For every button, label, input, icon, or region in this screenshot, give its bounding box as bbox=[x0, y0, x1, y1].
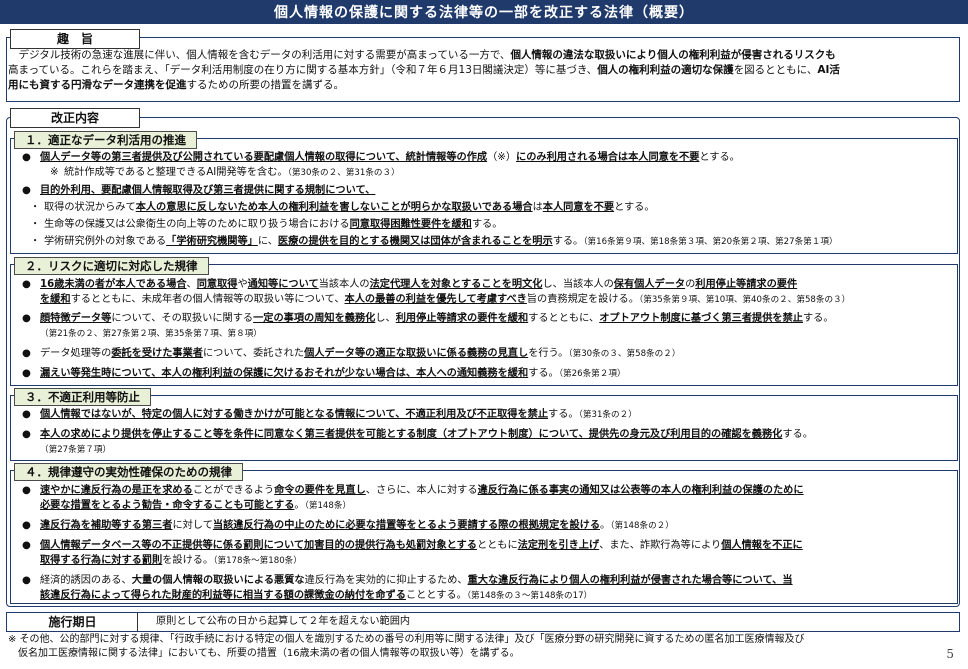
footnote: ※ その他、公的部門に対する規律、「行政手続における特定の個人を識別するための番… bbox=[8, 633, 928, 661]
effective-text: 原則として公布の日から起算して２年を超えない範囲内 bbox=[156, 616, 411, 627]
section-3-heading: ３．不適正利用等防止 bbox=[14, 388, 151, 406]
s2-line-2: を緩和するとともに、未成年者の個人情報等の取扱い等について、本人の最善の利益を優… bbox=[40, 294, 851, 305]
effective-label: 施行期日 bbox=[8, 613, 138, 631]
s4-line-5: 取得する行為に対する罰則を設ける。（第178条〜第180条） bbox=[40, 555, 302, 566]
page-title: 個人情報の保護に関する法律等の一部を改正する法律（概要） bbox=[0, 0, 968, 24]
s2-line-6: ● 漏えい等発生時について、本人の権利利益の保護に欠けるおそれが少ない場合は、本人… bbox=[22, 368, 626, 379]
effective-box bbox=[6, 612, 960, 632]
section-2-heading: ２．リスクに適切に対応した規律 bbox=[14, 257, 209, 275]
s4-line-4: ● 個人情報データベース等の不正提供等に係る罰則について加害目的の提供行為も処罰対… bbox=[22, 540, 803, 551]
section-4-heading: ４．規律遵守の実効性確保のための規律 bbox=[14, 463, 243, 481]
page-number: 5 bbox=[946, 647, 954, 661]
footnote-line-2: 仮名加工医療情報に関する法律」においても、所要の措置（16歳未満の者の個人情報等… bbox=[18, 648, 520, 659]
s1-line-4: ・取得の状況からみて本人の意思に反しないため本人の権利利益を害しないことが明らか… bbox=[30, 202, 655, 213]
purpose-text: デジタル技術の急速な進展に伴い、個人情報を含むデータの利活用に対する需要が高まっ… bbox=[8, 49, 840, 91]
purpose-label: 趣 旨 bbox=[10, 29, 140, 49]
s3-line-2: ● 本人の求めにより提供を停止すること等を条件に同意なく第三者提供を可能とする制度… bbox=[22, 429, 813, 440]
s1-line-3: ● 目的外利用、要配慮個人情報取得及び第三者提供に関する規制について、 bbox=[22, 185, 376, 196]
s1-line-1: ● 個人データ等の第三者提供及び公開されている要配慮個人情報の取得について、統計情… bbox=[22, 152, 740, 163]
s1-line-6: ・学術研究例外の対象である「学術研究機関等」に、医療の提供を目的とする機関又は団… bbox=[30, 236, 838, 247]
s2-line-5: ● データ処理等の委託を受けた事業者について、委託された個人データ等の適正な取扱い… bbox=[22, 348, 681, 359]
s4-line-1: ● 速やかに違反行為の是正を求めることができるよう命令の要件を見直し、さらに、本人… bbox=[22, 485, 804, 496]
s4-line-2: 必要な措置をとるよう勧告・命令することも可能とする。（第148条） bbox=[40, 500, 352, 511]
s1-line-5: ・生命等の保護又は公衆衛生の向上等のために取り扱う場合における同意取得困難性要件… bbox=[30, 219, 503, 230]
reform-label: 改正内容 bbox=[10, 108, 140, 128]
s4-line-3: ● 違反行為を補助等する第三者に対して当該違反行為の中止のために必要な措置等をとる… bbox=[22, 520, 674, 531]
s3-line-3: （第27条第７項） bbox=[40, 445, 112, 455]
s1-line-2: ※ 統計作成等であると整理できるAI開発等を含む。（第30条の２、第31条の３） bbox=[50, 167, 400, 178]
s2-line-3: ● 顔特徴データ等について、その取扱いに関する一定の事項の周知を義務化し、利用停止… bbox=[22, 313, 834, 324]
section-1-heading: １．適正なデータ利活用の推進 bbox=[14, 131, 197, 149]
s2-line-1: ● 16歳未満の者が本人である場合、同意取得や通知等について当該本人の法定代理人を… bbox=[22, 279, 798, 290]
s3-line-1: ● 個人情報ではないが、特定の個人に対する働きかけが可能となる情報について、不適正… bbox=[22, 409, 637, 420]
s4-line-6: ● 経済的誘因のある、大量の個人情報の取扱いによる悪質な違反行為を実効的に抑止する… bbox=[22, 575, 793, 586]
s4-line-7: 該違反行為によって得られた財産的利益等に相当する額の課徴金の納付を命ずることとす… bbox=[40, 590, 593, 601]
s2-line-4: （第21条の２、第27条第２項、第35条第７項、第８項） bbox=[40, 329, 262, 339]
footnote-line-1: ※ その他、公的部門に対する規律、「行政手続における特定の個人を識別するための番… bbox=[8, 634, 805, 645]
